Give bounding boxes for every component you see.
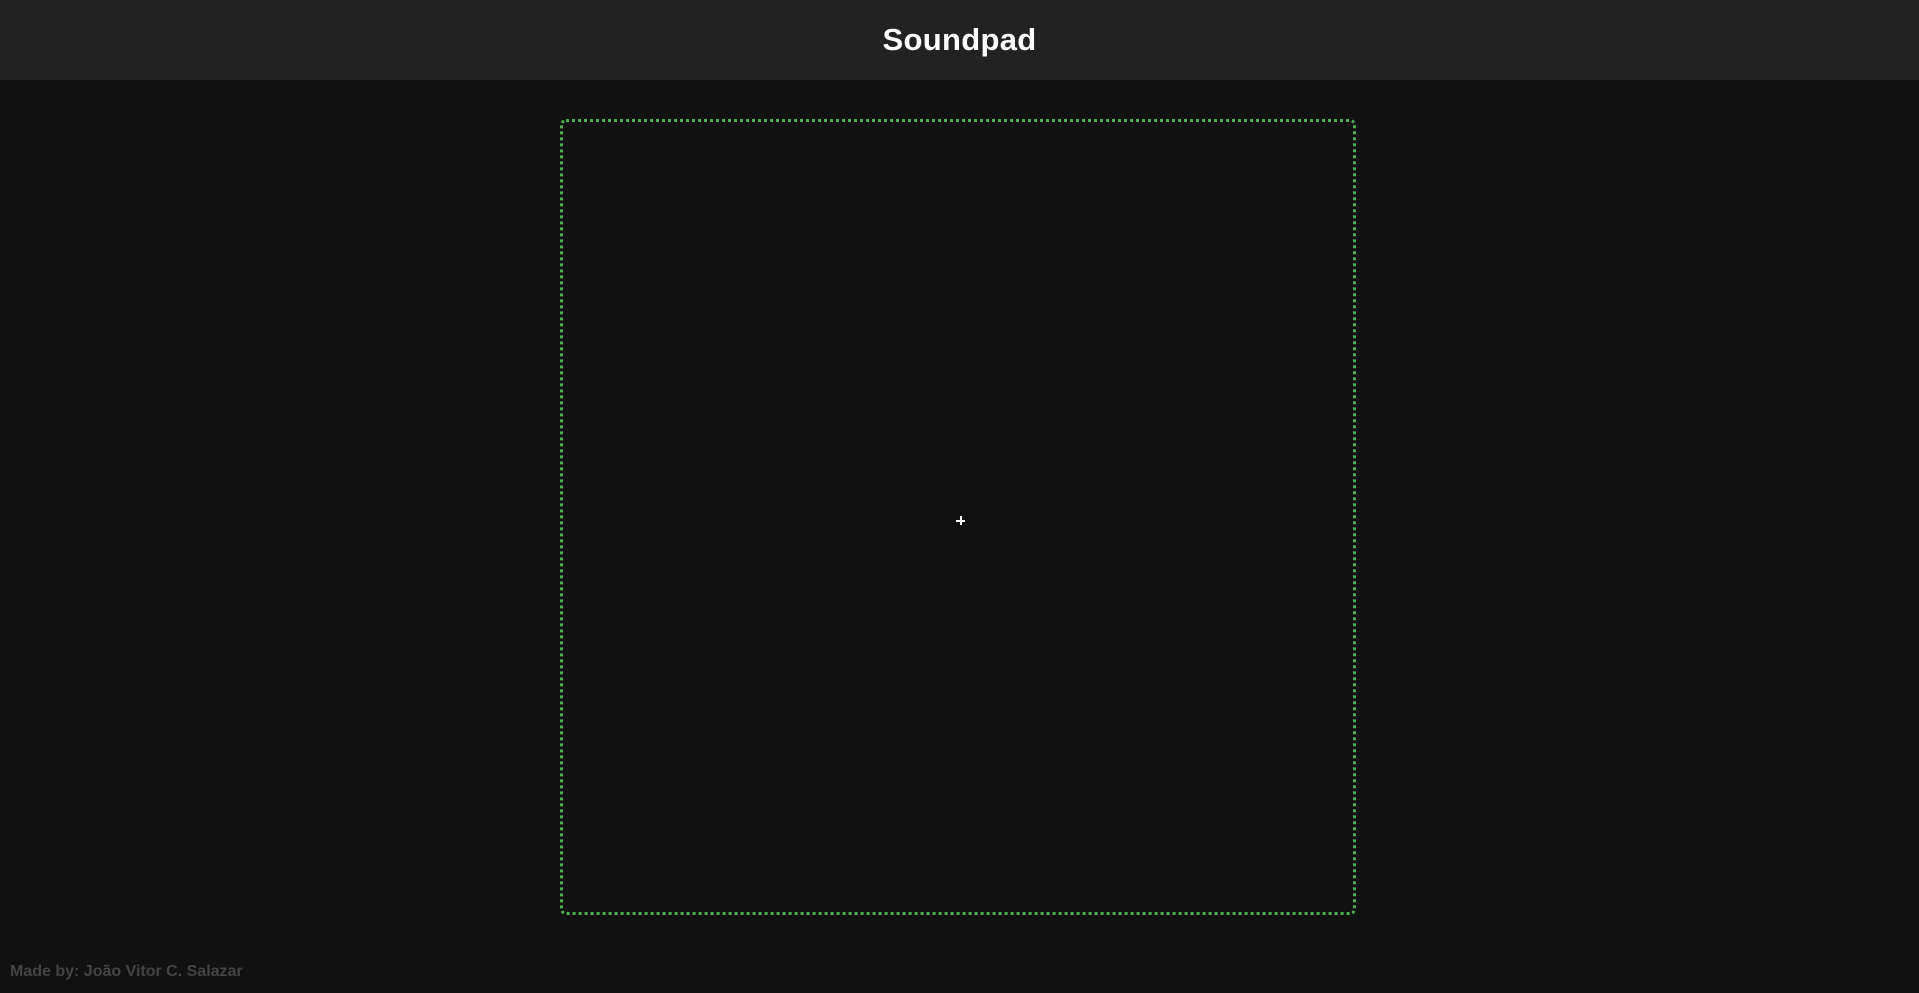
crosshair-icon — [956, 516, 965, 525]
app-header: Soundpad — [0, 0, 1919, 80]
footer-credit: Made by: João Vitor C. Salazar — [10, 963, 243, 980]
page-title: Soundpad — [882, 22, 1037, 57]
